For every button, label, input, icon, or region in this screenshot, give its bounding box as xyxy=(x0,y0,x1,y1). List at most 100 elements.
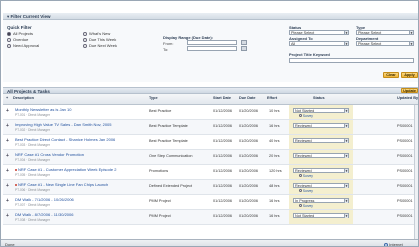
chevron-down-icon[interactable]: ▼ xyxy=(344,154,348,158)
table-row[interactable]: + NRF Case #1 Cross Vendor Promotion PT-00… xyxy=(3,150,418,165)
survey-link[interactable]: Survey xyxy=(299,174,313,178)
status-select[interactable]: Reviewed ▼ xyxy=(293,153,349,158)
chevron-down-icon[interactable]: ▼ xyxy=(344,42,348,45)
table-row[interactable]: + Monthly Newsletter as is Jan 10 PT-001 ·… xyxy=(3,105,418,120)
project-title-link[interactable]: Improving High Value TV Sales - Dan Smit… xyxy=(15,122,112,127)
from-date-input[interactable] xyxy=(187,40,237,45)
radio-icon[interactable] xyxy=(7,43,11,48)
project-type: Best Practice xyxy=(149,109,172,113)
checkbox-icon[interactable] xyxy=(299,174,302,177)
column-header-effort[interactable]: Effort xyxy=(267,96,277,100)
update-button[interactable]: Update xyxy=(401,88,418,93)
chevron-down-icon[interactable]: ▼ xyxy=(344,199,348,203)
column-header-status[interactable]: Status xyxy=(313,96,325,100)
checkbox-icon[interactable] xyxy=(299,114,302,117)
type-filter-select[interactable]: Please Select ▼ xyxy=(356,30,414,35)
radio-due-this-week[interactable]: Due This Week xyxy=(83,37,116,42)
expand-all-icon[interactable]: + xyxy=(6,96,8,100)
survey-link[interactable]: Survey xyxy=(299,189,313,193)
project-title-link[interactable]: NRF Case #1 - New Single Line Fan Chips … xyxy=(15,182,108,187)
department-select[interactable]: Please Select ▼ xyxy=(356,41,414,46)
survey-link[interactable]: Survey xyxy=(299,204,313,208)
radio-icon[interactable] xyxy=(83,31,87,36)
status-select[interactable]: Reviewed ▼ xyxy=(293,123,349,128)
filter-panel-title: Filter Current View xyxy=(10,14,51,19)
apply-button[interactable]: Apply xyxy=(401,72,418,78)
column-header-start-date[interactable]: Start Date xyxy=(213,96,231,100)
radio-icon[interactable] xyxy=(83,43,87,48)
column-header-due-date[interactable]: Due Date xyxy=(239,96,255,100)
checkbox-icon[interactable] xyxy=(299,189,302,192)
chevron-down-icon[interactable]: ▼ xyxy=(409,31,413,34)
chevron-down-icon[interactable]: ▼ xyxy=(409,42,413,45)
chevron-down-icon[interactable]: ▼ xyxy=(344,184,348,188)
expand-row-icon[interactable]: + xyxy=(6,124,10,129)
to-date-input[interactable] xyxy=(187,46,237,51)
expand-row-icon[interactable]: + xyxy=(6,169,10,174)
status-select[interactable]: Reviewed ▼ xyxy=(293,138,349,143)
status-select[interactable]: In Progress ▼ xyxy=(293,198,349,203)
expand-row-icon[interactable]: + xyxy=(6,184,10,189)
radio-icon[interactable] xyxy=(83,37,87,42)
project-title-link[interactable]: NRF Case #1 Cross Vendor Promotion xyxy=(15,152,84,157)
status-select[interactable]: Reviewed ▼ xyxy=(293,183,349,188)
status-select[interactable]: Not Started ▼ xyxy=(293,108,349,113)
radio-selected-icon[interactable] xyxy=(7,31,11,36)
start-date: 01/12/2006 xyxy=(213,154,233,158)
project-subtitle: PT-003 · Direct Manager xyxy=(15,143,50,147)
column-header-type[interactable]: Type xyxy=(149,96,158,100)
table-row[interactable]: + NRF Case #1 - Customer Appreciation Wee… xyxy=(3,165,418,180)
checkbox-icon[interactable] xyxy=(299,204,302,207)
effort: 16 hrs xyxy=(269,214,280,218)
radio-icon[interactable] xyxy=(7,37,11,42)
project-title-keyword-input[interactable] xyxy=(289,58,414,63)
survey-link[interactable]: Survey xyxy=(299,114,313,118)
effort: 120 hrs xyxy=(269,169,282,173)
from-label: From: xyxy=(163,41,174,46)
radio-overdue[interactable]: Overdue xyxy=(7,37,28,42)
calendar-icon[interactable] xyxy=(241,40,247,45)
table-row[interactable]: + NRF Case #1 - New Single Line Fan Chips… xyxy=(3,180,418,195)
chevron-down-icon[interactable]: ▼ xyxy=(344,169,348,173)
radio-whats-new[interactable]: What's New xyxy=(83,31,110,36)
project-title-link[interactable]: NRF Case #1 - Customer Appreciation Week… xyxy=(15,167,116,172)
expand-row-icon[interactable]: + xyxy=(6,139,10,144)
expand-row-icon[interactable]: + xyxy=(6,154,10,159)
project-title-link[interactable]: DM Walk - 7/1/2006 - 10/26/2006 xyxy=(15,197,74,202)
column-header-description[interactable]: Description xyxy=(13,96,34,100)
calendar-icon[interactable] xyxy=(241,46,247,51)
project-title-link[interactable]: DM Walk - 8/7/2006 - 11/30/2006 xyxy=(15,212,73,217)
project-title-link[interactable]: Best Practice Direct Contact - Shanice H… xyxy=(15,137,115,142)
column-header-updated-by[interactable]: Updated By xyxy=(397,96,418,100)
expand-row-icon[interactable]: + xyxy=(6,199,10,204)
project-type: Best Practice Template xyxy=(149,139,188,143)
project-subtitle: PT-007 · Direct Manager xyxy=(15,203,50,207)
table-row[interactable]: + DM Walk - 8/7/2006 - 11/30/2006 PT-008 ·… xyxy=(3,210,418,225)
status-select[interactable]: Not Started ▼ xyxy=(293,213,349,218)
start-date: 01/12/2006 xyxy=(213,184,233,188)
updated-by: PS00001 xyxy=(397,154,413,158)
project-type: Best Practice Template xyxy=(149,124,188,128)
clear-button[interactable]: Clear xyxy=(383,72,399,78)
effort: 48 hrs xyxy=(269,184,280,188)
chevron-down-icon[interactable]: ▼ xyxy=(344,139,348,143)
table-row[interactable]: + DM Walk - 7/1/2006 - 10/26/2006 PT-007 ·… xyxy=(3,195,418,210)
assigned-to-select[interactable]: All ▼ xyxy=(289,41,349,46)
radio-need-approval[interactable]: Need Approval xyxy=(7,43,39,48)
chevron-down-icon[interactable]: ▼ xyxy=(344,124,348,128)
chevron-down-icon[interactable]: ▼ xyxy=(344,31,348,34)
project-title-link[interactable]: Monthly Newsletter as is Jan 10 xyxy=(15,107,71,112)
expand-row-icon[interactable]: + xyxy=(6,109,10,114)
project-subtitle: PT-001 · Direct Manager xyxy=(15,113,50,117)
table-row[interactable]: + Best Practice Direct Contact - Shanice … xyxy=(3,135,418,150)
status-select[interactable]: Reviewed ▼ xyxy=(293,168,349,173)
chevron-down-icon[interactable]: ▼ xyxy=(344,214,348,218)
filter-panel-header[interactable]: ▾ Filter Current View xyxy=(3,13,418,20)
radio-all-projects[interactable]: All Projects xyxy=(7,31,33,36)
table-row[interactable]: + Improving High Value TV Sales - Dan Smi… xyxy=(3,120,418,135)
vertical-scrollbar[interactable] xyxy=(414,105,418,239)
radio-due-next-week[interactable]: Due Next Week xyxy=(83,43,117,48)
status-filter-select[interactable]: Please Select ▼ xyxy=(289,30,349,35)
expand-row-icon[interactable]: + xyxy=(6,214,10,219)
chevron-down-icon[interactable]: ▼ xyxy=(344,109,348,113)
